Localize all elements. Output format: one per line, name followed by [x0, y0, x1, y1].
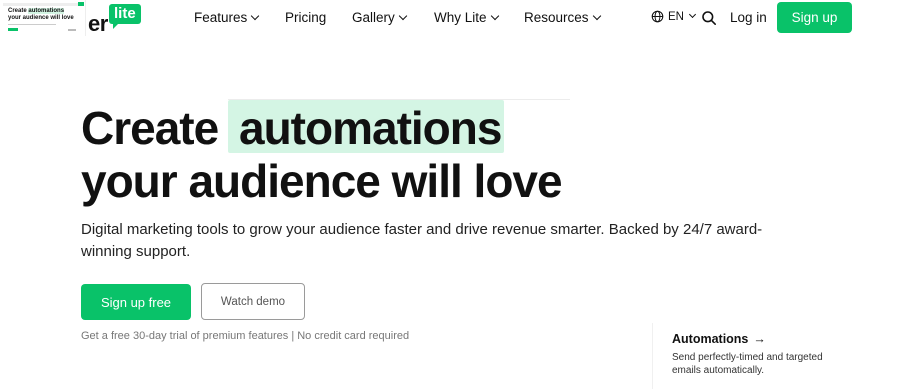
hero-subtitle: Digital marketing tools to grow your aud… [81, 221, 763, 260]
nav-item-pricing[interactable]: Pricing [285, 10, 326, 25]
signup-button[interactable]: Sign up [777, 2, 852, 33]
top-navigation: Create automations your audience will lo… [0, 0, 900, 36]
signup-free-button[interactable]: Sign up free [81, 284, 191, 320]
nav-item-label: Features [194, 10, 248, 25]
headline-highlight-text: automations [239, 102, 502, 154]
chevron-down-icon [251, 11, 260, 20]
logo-text: er [88, 11, 108, 36]
nav-item-label: Pricing [285, 10, 327, 25]
thumbnail-cta [8, 28, 18, 31]
thumbnail-subtitle-line [8, 24, 56, 25]
arrow-right-icon: → [753, 332, 766, 346]
language-label: EN [668, 10, 684, 23]
feature-card-title-text: Automations [672, 332, 749, 346]
nav-item-label: Resources [524, 10, 589, 25]
thumbnail-headline: Create automations your audience will lo… [8, 8, 78, 22]
nav-item-features[interactable]: Features [194, 10, 260, 25]
thumbnail-note [68, 29, 76, 31]
nav-item-label: Why Lite [434, 10, 487, 25]
chevron-down-icon [490, 11, 499, 20]
logo-badge: lite [109, 4, 141, 29]
nav-item-resources[interactable]: Resources [524, 10, 601, 25]
search-icon[interactable] [701, 10, 717, 26]
nav-item-why-lite[interactable]: Why Lite [434, 10, 499, 25]
thumbnail-title-line2: your audience will love [8, 15, 74, 21]
page-thumbnail: Create automations your audience will lo… [0, 0, 86, 36]
trial-note: Get a free 30-day trial of premium featu… [81, 330, 410, 342]
nav-item-gallery[interactable]: Gallery [352, 10, 408, 25]
chevron-down-icon [688, 10, 697, 19]
login-link[interactable]: Log in [730, 10, 767, 25]
language-selector[interactable]: EN [651, 10, 697, 23]
thumbnail-title-highlight: automations [28, 8, 65, 14]
headline-prefix: Create [81, 102, 219, 154]
feature-card-title[interactable]: Automations → [672, 332, 766, 346]
thumbnail-nav-bar [3, 3, 83, 6]
chevron-down-icon [398, 11, 408, 20]
headline-line2: your audience will love [81, 155, 563, 207]
watch-demo-button[interactable]: Watch demo [201, 283, 305, 320]
thumbnail-signup-button [78, 2, 84, 6]
chevron-down-icon [592, 11, 601, 20]
nav-item-label: Gallery [352, 10, 395, 25]
feature-card-description: Send perfectly-timed and targeted emails… [672, 352, 823, 376]
thumbnail-title-prefix: Create [8, 8, 27, 14]
globe-icon [651, 10, 664, 23]
